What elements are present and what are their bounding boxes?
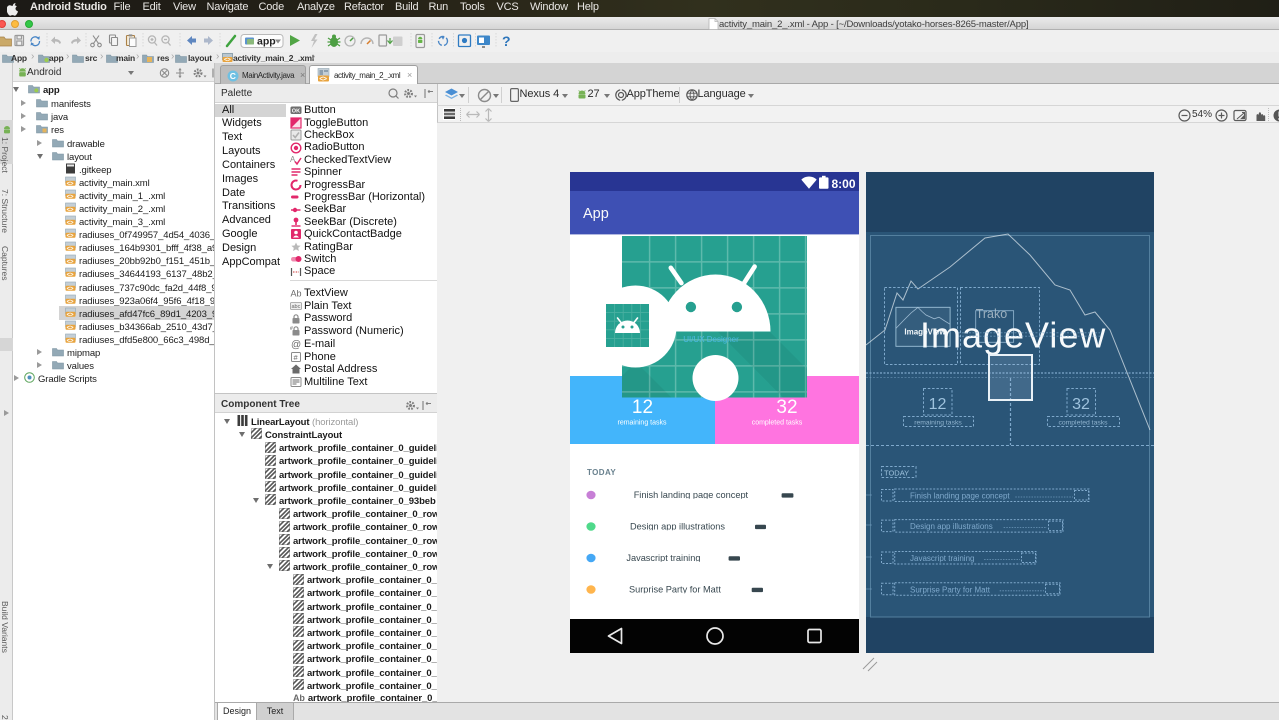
- svg-text:?: ?: [502, 33, 511, 49]
- svg-text:<>: <>: [67, 272, 74, 278]
- svg-text:<>: <>: [67, 299, 74, 305]
- svg-text:Javascript training: Javascript training: [910, 554, 974, 563]
- svg-text:<>: <>: [224, 57, 231, 63]
- svg-text:TODAY: TODAY: [587, 468, 616, 477]
- svg-text:Surprise Party for Matt: Surprise Party for Matt: [910, 585, 991, 594]
- svg-text:<>: <>: [67, 233, 74, 239]
- svg-text:<>: <>: [67, 220, 74, 226]
- svg-text:<>: <>: [67, 286, 74, 292]
- svg-text:C: C: [230, 71, 236, 81]
- svg-text:completed tasks: completed tasks: [1058, 420, 1108, 427]
- svg-text:<>: <>: [67, 181, 74, 187]
- svg-text:<>: <>: [67, 338, 74, 344]
- svg-text:App: App: [583, 206, 609, 222]
- svg-text:<>: <>: [67, 312, 74, 318]
- svg-text:remaining tasks: remaining tasks: [617, 420, 667, 427]
- svg-text:@: @: [291, 340, 301, 351]
- svg-text:<>: <>: [67, 194, 74, 200]
- svg-text:Surprise Party for Matt: Surprise Party for Matt: [629, 585, 721, 595]
- svg-text:32: 32: [776, 397, 797, 418]
- svg-text:TODAY: TODAY: [884, 469, 909, 478]
- svg-text:Finish landing page concept: Finish landing page concept: [910, 492, 1010, 501]
- svg-text:<>: <>: [67, 207, 74, 213]
- svg-text:#: #: [290, 326, 293, 332]
- svg-text:completed tasks: completed tasks: [752, 420, 803, 427]
- svg-text:remaining tasks: remaining tasks: [914, 420, 962, 427]
- svg-text:8:00: 8:00: [832, 177, 856, 191]
- svg-text:<>: <>: [319, 76, 327, 82]
- svg-text:<>: <>: [67, 259, 74, 265]
- svg-text:app: app: [257, 36, 276, 48]
- svg-text:OK: OK: [292, 109, 300, 115]
- svg-text:UI/UX Designer: UI/UX Designer: [683, 335, 739, 344]
- svg-text:Finish landing page concept: Finish landing page concept: [634, 490, 749, 500]
- svg-text:Ab: Ab: [291, 289, 302, 299]
- svg-text:32: 32: [1072, 396, 1090, 413]
- svg-text:12: 12: [632, 397, 653, 418]
- svg-text:#: #: [294, 353, 299, 362]
- svg-text:<>: <>: [67, 325, 74, 331]
- svg-text:Javascript training: Javascript training: [626, 553, 700, 563]
- svg-text:ImageView: ImageView: [920, 315, 1106, 356]
- svg-text:12: 12: [929, 396, 947, 413]
- svg-text:<>: <>: [67, 246, 74, 252]
- svg-text:Design app illustrations: Design app illustrations: [630, 522, 725, 532]
- svg-text:abc: abc: [292, 304, 301, 310]
- svg-text:Design app illustrations: Design app illustrations: [910, 522, 993, 531]
